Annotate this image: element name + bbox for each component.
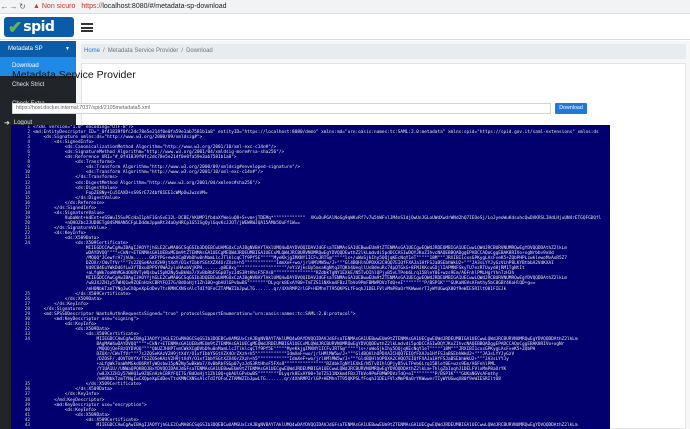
metadata-xml-viewer[interactable]: 1 <?xml version="1.0" encoding="UTF-8"?> 2… bbox=[11, 125, 610, 429]
code-text: MIIEGDCCAwCgAwIBAgIJAOYYjhGLE2CwMA0GCSqG… bbox=[33, 422, 578, 428]
breadcrumb-current: Download bbox=[186, 48, 213, 54]
reload-icon[interactable]: ↻ bbox=[18, 2, 27, 11]
breadcrumb: Home / Metadata Service Provider / Download bbox=[81, 44, 686, 59]
breadcrumb-home[interactable]: Home bbox=[84, 48, 100, 54]
sidebar-section-label: Metadata SP bbox=[8, 45, 43, 52]
download-button[interactable]: Download bbox=[555, 103, 587, 114]
app-header: ✔ spid bbox=[0, 14, 690, 40]
security-warning[interactable]: ▲ Non sicuro bbox=[33, 3, 75, 10]
breadcrumb-separator: / bbox=[181, 48, 184, 54]
logout-icon: ➜ bbox=[4, 120, 10, 127]
metadata-url-input[interactable]: https://host.docker.internal:7037/spid/2… bbox=[12, 103, 551, 114]
logo-text: spid bbox=[23, 19, 55, 35]
hamburger-icon[interactable] bbox=[81, 23, 93, 32]
back-arrow-icon[interactable]: ← bbox=[0, 2, 9, 11]
url-path: localhost:8080/#/metadata-sp-download bbox=[102, 3, 227, 10]
page-title: Metadata Service Provider bbox=[12, 69, 136, 81]
sidebar-section-metadata-sp[interactable]: Metadata SP ▼ bbox=[0, 41, 76, 57]
forward-arrow-icon[interactable]: → bbox=[9, 2, 18, 11]
breadcrumb-separator: / bbox=[103, 48, 105, 54]
chevron-down-icon: ▼ bbox=[65, 45, 70, 52]
url-protocol: https:// bbox=[81, 3, 103, 10]
code-line: 43 MIIEGDCCAwCgAwIBAgIJAOYYjhGLE2CwMA0GC… bbox=[11, 423, 610, 428]
breadcrumb-parent[interactable]: Metadata Service Provider bbox=[108, 48, 179, 54]
line-number: 43 bbox=[24, 422, 30, 428]
spid-logo[interactable]: ✔ spid bbox=[4, 17, 74, 37]
browser-address-bar: ← → ↻ ▲ Non sicuro https://localhost:808… bbox=[0, 0, 690, 14]
metadata-url-label: Metadata URL bbox=[12, 94, 53, 100]
url-field[interactable]: https://localhost:8080/#/metadata-sp-dow… bbox=[81, 3, 226, 10]
check-icon: ✔ bbox=[8, 17, 23, 37]
